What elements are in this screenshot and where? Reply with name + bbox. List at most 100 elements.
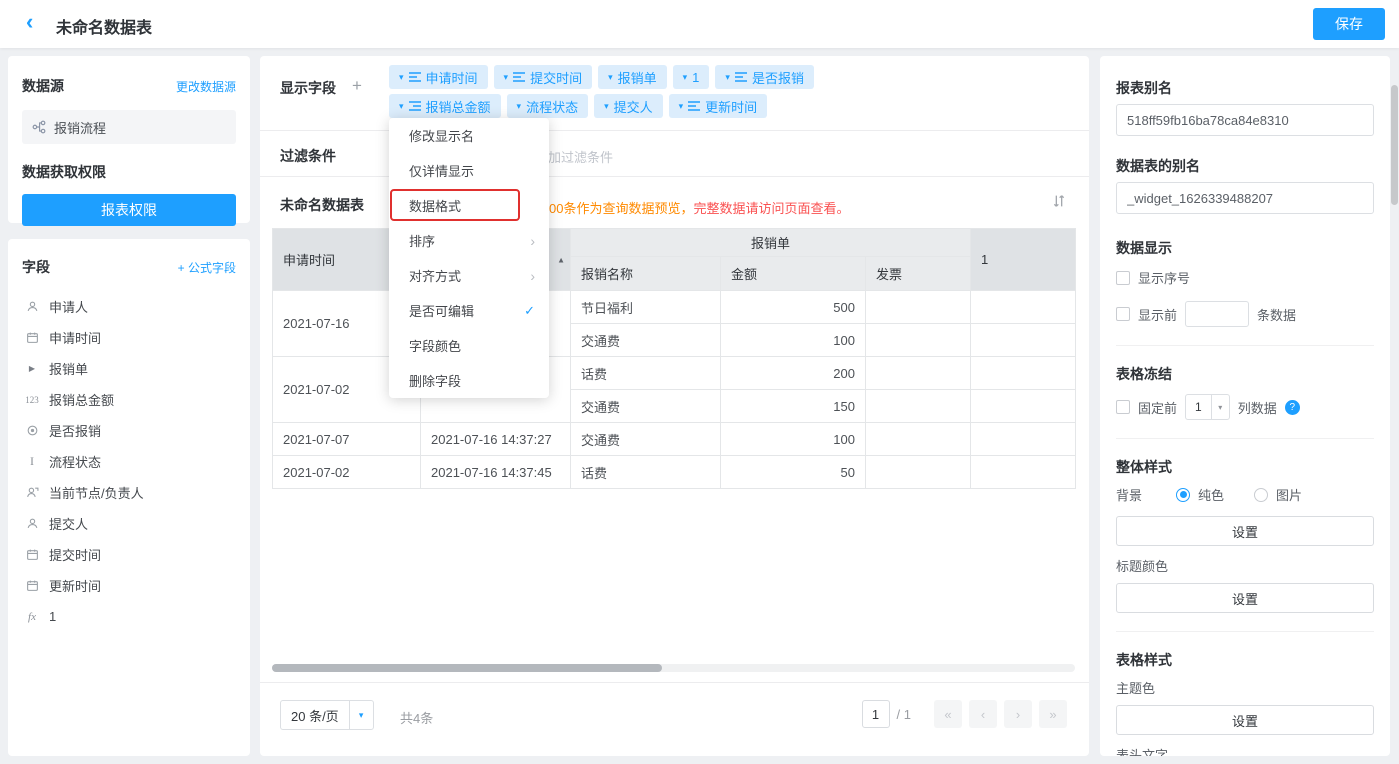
field-item-expense-form[interactable]: ▶ 报销单 [22,353,236,384]
cell-submit-time: 2021-07-16 14:37:27 [421,423,571,456]
divider [1116,631,1374,632]
sort-order-icon[interactable] [1051,193,1067,214]
table-alias-input[interactable] [1116,182,1374,214]
report-alias-input[interactable] [1116,104,1374,136]
overall-style-title: 整体样式 [1116,457,1374,473]
solid-color-radio[interactable] [1176,488,1190,502]
last-page-button[interactable]: » [1039,700,1067,728]
field-item-total-amount[interactable]: 123 报销总金额 [22,384,236,415]
report-permission-button[interactable]: 报表权限 [22,194,236,226]
chevron-down-icon[interactable]: ▾ [683,73,688,82]
display-fields-label: 显示字段 [280,78,336,98]
chip-update-time[interactable]: ▾ 更新时间 [669,94,768,118]
page-number-box[interactable]: 1 [862,700,890,728]
field-item-apply-time[interactable]: 申请时间 [22,322,236,353]
field-item-applicant[interactable]: 申请人 [22,291,236,322]
add-formula-field-link[interactable]: + 公式字段 [178,259,236,276]
chip-label: 1 [692,70,699,85]
chip-label: 申请时间 [426,68,478,87]
align-left-icon [409,72,421,82]
field-item-current-node[interactable]: 当前节点/负责人 [22,477,236,508]
col-header-one[interactable]: 1 [971,229,1076,291]
col-header-invoice[interactable]: 发票 [866,257,971,291]
chip-label: 报销总金额 [426,97,491,116]
chevron-down-icon[interactable]: ▾ [504,73,509,82]
col-header-amount[interactable]: 金额 [721,257,866,291]
help-icon[interactable]: ? [1285,400,1300,415]
show-index-checkbox[interactable] [1116,271,1130,285]
horizontal-scrollbar [272,664,1075,672]
chip-submitter[interactable]: ▾ 提交人 [594,94,663,118]
menu-item-detail-only[interactable]: 仅详情显示 [389,153,549,188]
cell-one [971,456,1076,489]
horizontal-scrollbar-thumb[interactable] [272,664,662,672]
show-first-suffix: 条数据 [1257,305,1296,324]
chip-process-status[interactable]: ▾ 流程状态 [507,94,589,118]
field-list: 申请人 申请时间 ▶ 报销单 123 报销总金额 是否报销 I 流程状态 [22,291,236,632]
freeze-count-select[interactable]: 1 ▾ [1185,394,1230,420]
show-first-checkbox[interactable] [1116,307,1130,321]
menu-item-rename[interactable]: 修改显示名 [389,118,549,153]
menu-item-data-format[interactable]: 数据格式 [389,188,549,223]
cell-invoice [866,390,971,423]
menu-item-editable[interactable]: 是否可编辑 ✓ [389,293,549,328]
preview-notice: 00条作为查询数据预览，完整数据请访问页面查看。 [549,198,849,217]
chevron-down-icon[interactable]: ▾ [679,102,684,111]
chevron-down-icon: ▾ [349,701,373,729]
chip-is-reimbursed[interactable]: ▾ 是否报销 [715,65,814,89]
datasource-item[interactable]: 报销流程 [22,110,236,144]
field-item-submitter[interactable]: 提交人 [22,508,236,539]
chip-expense-form[interactable]: ▾ 报销单 [598,65,667,89]
chip-submit-time[interactable]: ▾ 提交时间 [494,65,593,89]
cell-amount: 50 [721,456,866,489]
field-label: 申请人 [49,297,88,316]
col-group-expense-form[interactable]: 报销单 [571,229,971,257]
menu-item-sort[interactable]: 排序 › [389,223,549,258]
field-item-submit-time[interactable]: 提交时间 [22,539,236,570]
field-item-formula-1[interactable]: fx 1 [22,601,236,632]
field-item-update-time[interactable]: 更新时间 [22,570,236,601]
field-item-is-reimbursed[interactable]: 是否报销 [22,415,236,446]
page-size-select[interactable]: 20 条/页 ▾ [280,700,374,730]
theme-color-setting-button[interactable]: 设置 [1116,705,1374,735]
change-datasource-link[interactable]: 更改数据源 [176,78,236,95]
datasource-title: 数据源 [22,76,64,96]
chevron-down-icon[interactable]: ▾ [604,102,609,111]
chip-apply-time[interactable]: ▾ 申请时间 [389,65,488,89]
menu-item-field-color[interactable]: 字段颜色 [389,328,549,363]
freeze-checkbox[interactable] [1116,400,1130,414]
add-display-field-icon[interactable]: + [352,76,362,96]
menu-item-alignment[interactable]: 对齐方式 › [389,258,549,293]
solid-color-label: 纯色 [1198,485,1224,504]
cell-name: 交通费 [571,390,721,423]
background-setting-button[interactable]: 设置 [1116,516,1374,546]
freeze-option: 固定前 1 ▾ 列数据 ? [1116,394,1374,420]
title-color-setting-button[interactable]: 设置 [1116,583,1374,613]
first-page-button[interactable]: « [934,700,962,728]
prev-page-button[interactable]: ‹ [969,700,997,728]
table-title-row: 未命名数据表 00条作为查询数据预览，完整数据请访问页面查看。 [260,177,1089,228]
image-radio[interactable] [1254,488,1268,502]
chip-formula-1[interactable]: ▾ 1 [673,65,710,89]
chevron-down-icon[interactable]: ▾ [399,102,404,111]
vertical-scrollbar-thumb[interactable] [1391,85,1398,205]
save-button[interactable]: 保存 [1313,8,1385,40]
table-title: 未命名数据表 [280,195,364,215]
back-icon[interactable]: ‹ [26,9,33,35]
chevron-down-icon[interactable]: ▾ [608,73,613,82]
divider [1116,345,1374,346]
chevron-down-icon[interactable]: ▾ [517,102,522,111]
col-header-name[interactable]: 报销名称 [571,257,721,291]
chevron-down-icon[interactable]: ▾ [399,73,404,82]
next-page-button[interactable]: › [1004,700,1032,728]
data-display-title: 数据显示 [1116,238,1374,254]
menu-item-delete-field[interactable]: 删除字段 [389,363,549,398]
show-index-label: 显示序号 [1138,268,1190,287]
flow-icon [32,120,46,134]
cell-amount: 100 [721,423,866,456]
field-item-process-status[interactable]: I 流程状态 [22,446,236,477]
pagination-bar: 20 条/页 ▾ 共4条 1 / 1 « ‹ › » [260,682,1089,756]
show-first-count-input[interactable] [1185,301,1249,327]
chevron-down-icon[interactable]: ▾ [725,73,730,82]
chip-total-amount[interactable]: ▾ 报销总金额 [389,94,501,118]
